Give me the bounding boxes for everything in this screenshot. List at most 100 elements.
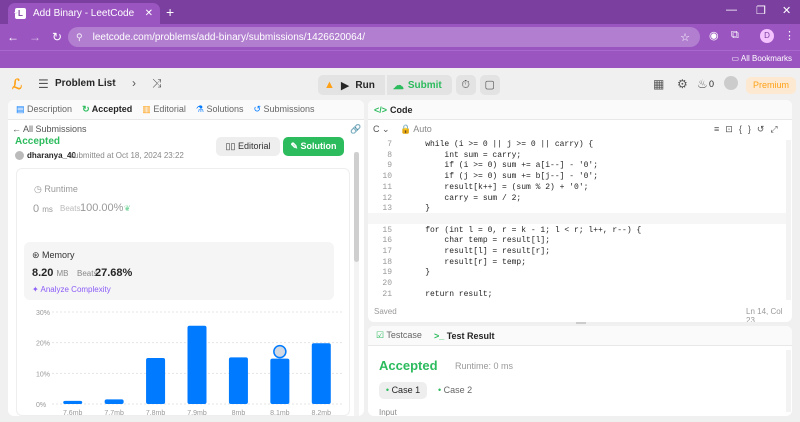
close-window-icon[interactable]: ✕ [782, 4, 791, 17]
submitter-name[interactable]: dharanya_40 [27, 151, 76, 160]
note-icon[interactable]: ▢ [479, 75, 500, 95]
code-line[interactable]: 8 int sum = carry; [374, 151, 784, 162]
browser-tab[interactable]: L Add Binary - LeetCode ✕ [8, 3, 160, 24]
saved-status: Saved [374, 307, 397, 316]
case-1-tab[interactable]: • Case 1 [379, 382, 427, 399]
reset-icon[interactable]: ↺ [757, 124, 771, 134]
line-text: if (j >= 0) sum += b[j--] - '0'; [406, 172, 599, 182]
tab-submissions[interactable]: ↺ Submissions [253, 104, 314, 115]
all-bookmarks[interactable]: ▭ All Bookmarks [732, 54, 792, 63]
tab-editorial[interactable]: ▥ Editorial [142, 104, 186, 115]
code-line[interactable]: 10 if (j >= 0) sum += b[j--] - '0'; [374, 172, 784, 183]
memory-value: 8.20 MB [32, 267, 69, 279]
x-tick-label: 7.7mb [104, 410, 124, 416]
code-line[interactable]: 20 [374, 279, 784, 290]
chart-bar[interactable] [146, 358, 166, 404]
settings-icon[interactable]: ⚙ [677, 77, 688, 91]
premium-button[interactable]: Premium [746, 77, 797, 94]
extensions-puzzle-icon[interactable]: ⧉ [731, 29, 739, 42]
leetcode-logo-icon[interactable]: ℒ [12, 76, 22, 93]
user-avatar[interactable] [724, 76, 738, 90]
case-2-tab[interactable]: • Case 2 [438, 382, 472, 399]
editorial-button[interactable]: ▯▯ Editorial [216, 137, 280, 156]
test-tabs: ☑ Testcase >_ Test Result [368, 326, 792, 346]
book-icon: ▯▯ [225, 141, 238, 151]
timer-icon[interactable]: ⏱ [455, 75, 476, 95]
address-bar[interactable]: ⚲ leetcode.com/problems/add-binary/submi… [68, 27, 700, 47]
prev-problem-icon[interactable]: ‹ [112, 76, 116, 90]
chart-bar[interactable] [104, 399, 124, 404]
runtime-value: 0 ms [33, 203, 53, 215]
code-line[interactable]: 17 result[l] = result[r]; [374, 247, 784, 258]
panel-resize-handle[interactable] [576, 322, 586, 324]
x-tick-label: 8.1mb [270, 410, 290, 416]
left-scrollbar-thumb[interactable] [354, 152, 359, 262]
reload-icon[interactable]: ↻ [46, 30, 68, 44]
x-tick-label: 7.8mb [146, 410, 166, 416]
share-link-icon[interactable]: 🔗 [350, 124, 361, 135]
tab-description[interactable]: ▤ Description [16, 104, 72, 115]
chart-bar[interactable] [311, 343, 331, 404]
back-icon[interactable]: ← [2, 30, 24, 44]
code-line[interactable]: 12 carry = sum / 2; [374, 194, 784, 205]
next-problem-icon[interactable]: › [132, 76, 136, 90]
tab-search-icon[interactable]: ⌄ [12, 6, 20, 17]
site-info-icon[interactable]: ⚲ [76, 32, 83, 43]
line-text: result[k++] = (sum % 2) + '0'; [406, 182, 589, 192]
left-panel: ▤ Description ↻ Accepted ▥ Editorial ⚗ S… [8, 100, 364, 416]
submit-button[interactable]: ☁ Submit [386, 75, 452, 95]
minimize-icon[interactable]: — [726, 4, 737, 16]
profile-avatar[interactable]: D [760, 29, 774, 43]
code-line[interactable]: 15 for (int l = 0, r = k - 1; l < r; l++… [374, 226, 784, 237]
shuffle-icon[interactable]: ⤨ [152, 76, 162, 91]
code-line[interactable]: 18 result[r] = temp; [374, 258, 784, 269]
restore-icon[interactable]: ❐ [756, 4, 766, 17]
close-tab-icon[interactable]: ✕ [145, 8, 153, 19]
chart-bar[interactable] [228, 357, 248, 404]
bookmark-star-icon[interactable]: ☆ [680, 31, 690, 44]
test-scrollbar[interactable] [786, 350, 791, 412]
tab-testcase[interactable]: ☑ Testcase [376, 330, 422, 341]
tab-test-result[interactable]: >_ Test Result [434, 331, 495, 341]
code-line[interactable]: 9 if (i >= 0) sum += a[i--] - '0'; [374, 161, 784, 172]
problem-list-link[interactable]: Problem List [55, 78, 116, 89]
run-button[interactable]: ▲ ▶ Run [318, 75, 385, 95]
bookmark-icon[interactable]: ⊡ [725, 124, 739, 134]
code-icon: </> [374, 104, 388, 115]
x-tick-label: 8mb [232, 410, 246, 416]
fullscreen-icon[interactable]: ⤢ [770, 124, 783, 134]
extension-color-icon[interactable]: ◉ [709, 29, 719, 42]
line-number: 8 [387, 150, 392, 160]
forward-icon[interactable]: → [24, 30, 46, 44]
code-line[interactable]: 21 return result; [374, 290, 784, 301]
accepted-icon: ↻ [82, 104, 90, 114]
code-tab[interactable]: </> Code [368, 100, 792, 120]
tab-solutions[interactable]: ⚗ Solutions [196, 104, 244, 115]
language-select[interactable]: C ⌄ [373, 124, 390, 135]
chart-bar[interactable] [187, 325, 207, 404]
solution-button[interactable]: ✎ Solution [283, 137, 344, 156]
chart-bar[interactable] [63, 400, 83, 404]
line-number: 9 [387, 161, 392, 171]
debug-icon[interactable]: ▲ [324, 79, 335, 91]
chart-bar[interactable] [270, 358, 290, 404]
new-tab-icon[interactable]: + [166, 4, 174, 20]
tab-accepted[interactable]: ↻ Accepted [82, 104, 132, 115]
bookmarks-bar: ▭ All Bookmarks [0, 50, 800, 68]
all-submissions-link[interactable]: ← All Submissions [12, 124, 87, 134]
code-line[interactable]: 16 char temp = result[l]; [374, 236, 784, 247]
braces-icon[interactable]: {} [739, 124, 757, 134]
current-line-highlight [368, 213, 786, 224]
url-text: leetcode.com/problems/add-binary/submiss… [92, 31, 365, 43]
code-line[interactable]: 7 while (i >= 0 || j >= 0 || carry) { [374, 140, 784, 151]
play-icon: ▶ [340, 79, 350, 92]
code-line[interactable]: 11 result[k++] = (sum % 2) + '0'; [374, 183, 784, 194]
code-scrollbar[interactable] [786, 140, 791, 300]
layout-icon[interactable]: ▦ [653, 77, 664, 91]
auto-mode[interactable]: 🔒 Auto [400, 124, 432, 135]
analyze-complexity-link[interactable]: ✦ Analyze Complexity [32, 285, 111, 294]
line-number: 21 [382, 289, 392, 299]
format-icon[interactable]: ≡ [714, 124, 725, 134]
browser-menu-icon[interactable]: ⋮ [784, 29, 795, 42]
code-line[interactable]: 19 } [374, 268, 784, 279]
